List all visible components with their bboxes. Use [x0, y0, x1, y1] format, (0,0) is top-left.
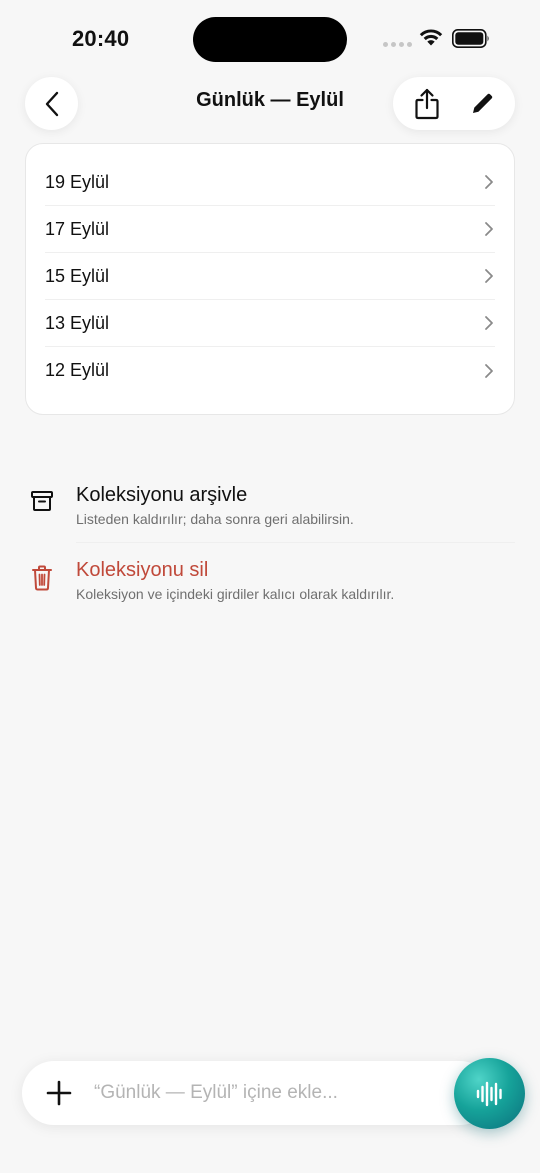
nav-actions — [393, 77, 515, 130]
page-title: Günlük — Eylül — [196, 89, 344, 111]
list-item[interactable]: 19 Eylül — [45, 159, 495, 206]
share-icon — [414, 88, 439, 119]
share-button[interactable] — [407, 84, 447, 124]
screen: 20:40 Günlük — Eylül 19 Eylül 17 Eylül 1… — [0, 0, 540, 1173]
waveform-icon — [476, 1081, 502, 1106]
chevron-right-icon — [485, 363, 493, 378]
chevron-right-icon — [485, 269, 493, 283]
battery-icon — [452, 29, 489, 48]
list-item-label: 12 Eylül — [45, 360, 110, 380]
chevron-left-icon — [45, 91, 58, 116]
voice-input-button[interactable] — [454, 1058, 525, 1129]
pencil-icon — [472, 93, 492, 113]
cellular-signal-icon — [383, 42, 412, 47]
divider — [76, 542, 515, 543]
delete-title: Koleksiyonu sil — [76, 559, 209, 581]
list-item-label: 15 Eylül — [45, 265, 110, 286]
list-item[interactable]: 12 Eylül — [45, 347, 495, 394]
list-item-label: 17 Eylül — [45, 218, 110, 239]
list-item[interactable]: 15 Eylül — [45, 253, 495, 300]
composer-bar — [22, 1061, 492, 1125]
delete-subtitle: Koleksiyon ve içindeki girdiler kalıcı o… — [76, 586, 395, 602]
edit-button[interactable] — [462, 84, 502, 124]
chevron-right-icon — [485, 222, 493, 236]
list-item-label: 13 Eylül — [45, 312, 110, 333]
archive-icon — [25, 490, 59, 524]
plus-icon — [46, 1080, 72, 1106]
add-entry-input[interactable] — [94, 1082, 424, 1104]
chevron-right-icon — [485, 175, 493, 189]
list-item[interactable]: 17 Eylül — [45, 206, 495, 253]
archive-collection-button[interactable]: Koleksiyonu arşivle Listeden kaldırılır;… — [25, 482, 515, 548]
trash-icon — [25, 565, 59, 599]
list-item-label: 19 Eylül — [45, 171, 110, 192]
archive-subtitle: Listeden kaldırılır; daha sonra geri ala… — [76, 511, 354, 527]
chevron-right-icon — [485, 316, 493, 330]
wifi-icon — [419, 29, 443, 46]
dynamic-island — [193, 17, 347, 62]
entries-list: 19 Eylül 17 Eylül 15 Eylül 13 Eylül 12 E… — [25, 143, 515, 415]
back-button[interactable] — [25, 77, 78, 130]
add-button[interactable] — [34, 1068, 84, 1118]
status-time: 20:40 — [72, 26, 130, 51]
archive-title: Koleksiyonu arşivle — [76, 484, 248, 506]
list-item[interactable]: 13 Eylül — [45, 300, 495, 347]
delete-collection-button[interactable]: Koleksiyonu sil Koleksiyon ve içindeki g… — [25, 557, 515, 623]
